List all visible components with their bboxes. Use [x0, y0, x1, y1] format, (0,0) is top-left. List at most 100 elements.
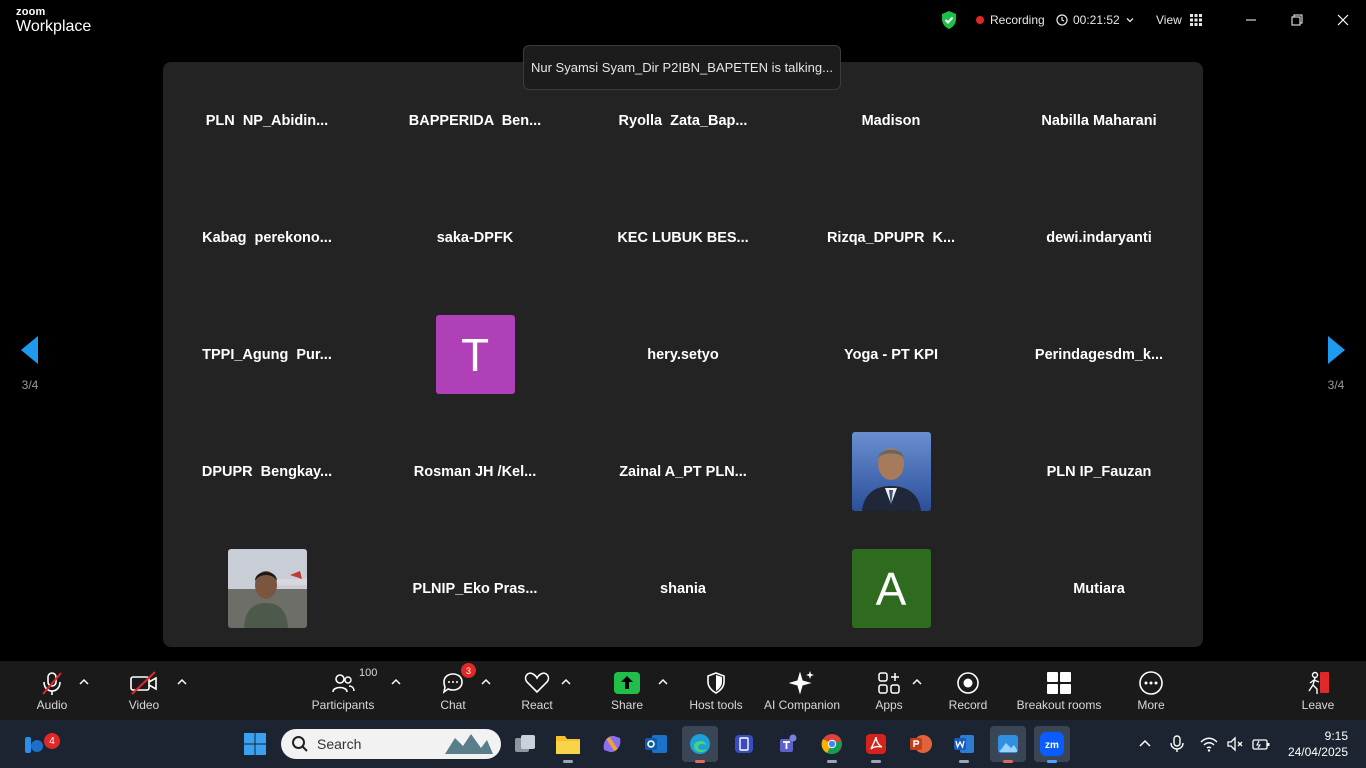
leave-icon: [1305, 669, 1331, 697]
running-indicator: [827, 760, 837, 763]
participant-name: TPPI_Agung Pur...: [202, 346, 332, 363]
sparkle-icon: [789, 669, 815, 697]
participant-tile[interactable]: hery.setyo: [579, 296, 787, 413]
taskbar-search[interactable]: Search: [281, 729, 501, 759]
teams-button[interactable]: [770, 726, 806, 762]
participant-tile[interactable]: shania: [579, 530, 787, 647]
participant-tile[interactable]: Mutiara: [995, 530, 1203, 647]
chevron-up-icon[interactable]: [559, 675, 573, 689]
participant-tile[interactable]: Kabag perekono...: [163, 179, 371, 296]
participant-tile[interactable]: [163, 530, 371, 647]
widgets-button[interactable]: 4: [16, 726, 60, 762]
running-indicator: [959, 760, 969, 763]
participant-tile[interactable]: KEC LUBUK BES...: [579, 179, 787, 296]
start-button[interactable]: [237, 726, 273, 762]
share-button[interactable]: Share: [607, 661, 647, 720]
participant-tile[interactable]: T: [371, 296, 579, 413]
participant-tile[interactable]: A: [787, 530, 995, 647]
audio-button[interactable]: Audio: [30, 661, 74, 720]
taskbar-clock[interactable]: 9:15 24/04/2025: [1288, 728, 1348, 760]
outlook-button[interactable]: [638, 726, 674, 762]
chevron-up-icon[interactable]: [389, 675, 403, 689]
task-view-button[interactable]: [507, 726, 543, 762]
chrome-button[interactable]: [814, 726, 850, 763]
participant-tile[interactable]: Nabilla Maharani: [995, 62, 1203, 179]
chat-icon: 3: [442, 663, 476, 697]
minimize-button[interactable]: [1228, 0, 1274, 40]
view-button[interactable]: View: [1156, 0, 1202, 40]
speaker-muted-icon[interactable]: [1226, 736, 1244, 752]
battery-icon[interactable]: [1252, 737, 1270, 751]
wifi-icon[interactable]: [1200, 736, 1218, 752]
chat-button[interactable]: 3 Chat: [433, 661, 476, 720]
search-icon: [292, 736, 308, 752]
meeting-toolbar: Audio Video 100 Participants 3 Chat Reac…: [0, 661, 1366, 720]
participant-tile[interactable]: dewi.indaryanti: [995, 179, 1203, 296]
grid-icon: [1189, 14, 1202, 26]
muted-microphone-icon: [39, 669, 65, 697]
system-tray: [1138, 720, 1270, 768]
chevron-up-icon[interactable]: [479, 675, 493, 689]
video-button[interactable]: Video: [122, 661, 166, 720]
acrobat-button[interactable]: [858, 726, 894, 763]
brand-small: zoom: [16, 6, 46, 18]
participant-tile[interactable]: [787, 413, 995, 530]
participant-tile[interactable]: Yoga - PT KPI: [787, 296, 995, 413]
microphone-icon[interactable]: [1170, 735, 1184, 753]
participant-name: PLN NP_Abidin...: [205, 112, 329, 129]
active-speaker-banner: Nur Syamsi Syam_Dir P2IBN_BAPETEN is tal…: [523, 45, 841, 90]
recording-indicator[interactable]: Recording: [976, 0, 1045, 40]
participant-name: Yoga - PT KPI: [844, 346, 938, 363]
chat-unread-badge: 3: [461, 663, 476, 678]
video-label: Video: [128, 698, 160, 712]
participants-button[interactable]: 100 Participants: [306, 661, 380, 720]
chevron-up-icon[interactable]: [656, 675, 670, 689]
react-button[interactable]: React: [517, 661, 557, 720]
participant-tile[interactable]: PLN IP_Fauzan: [995, 413, 1203, 530]
powerpoint-button[interactable]: [902, 726, 938, 762]
previous-page-button[interactable]: 3/4: [10, 336, 50, 392]
participant-tile[interactable]: DPUPR Bengkay...: [163, 413, 371, 530]
participant-name: BAPPERIDA Ben...: [408, 112, 542, 129]
word-button[interactable]: [946, 726, 982, 763]
audio-label: Audio: [36, 698, 68, 712]
restore-button[interactable]: [1274, 0, 1320, 40]
ai-companion-button[interactable]: AI Companion: [762, 661, 842, 720]
participant-name: Perindagesdm_k...: [1034, 346, 1164, 363]
encryption-shield-icon[interactable]: [940, 0, 958, 40]
zoom-taskbar-button[interactable]: zm: [1034, 726, 1070, 763]
participant-tile[interactable]: saka-DPFK: [371, 179, 579, 296]
leave-button[interactable]: Leave: [1298, 661, 1338, 720]
windows-taskbar: 4 Search zm 9:15 24/04/2025: [0, 720, 1366, 768]
edge-button[interactable]: [682, 726, 718, 763]
participant-name: Kabag perekono...: [202, 229, 332, 246]
participant-tile[interactable]: Zainal A_PT PLN...: [579, 413, 787, 530]
copilot-button[interactable]: [594, 726, 630, 762]
phone-link-button[interactable]: [726, 726, 762, 762]
more-button[interactable]: More: [1131, 661, 1171, 720]
meeting-timer[interactable]: 00:21:52: [1056, 0, 1135, 40]
photos-button[interactable]: [990, 726, 1026, 763]
breakout-rooms-button[interactable]: Breakout rooms: [1014, 661, 1104, 720]
record-icon: [956, 669, 980, 697]
participant-tile[interactable]: Perindagesdm_k...: [995, 296, 1203, 413]
participant-avatar: T: [435, 315, 515, 394]
participants-icon: 100: [331, 667, 377, 697]
close-button[interactable]: [1320, 0, 1366, 40]
apps-button[interactable]: Apps: [870, 661, 908, 720]
next-page-button[interactable]: 3/4: [1316, 336, 1356, 392]
participant-tile[interactable]: PLNIP_Eko Pras...: [371, 530, 579, 647]
participant-name: Zainal A_PT PLN...: [619, 463, 747, 480]
record-button[interactable]: Record: [948, 661, 988, 720]
chevron-up-icon[interactable]: [175, 675, 189, 689]
chevron-up-icon[interactable]: [910, 675, 924, 689]
participant-tile[interactable]: Rosman JH /Kel...: [371, 413, 579, 530]
participant-tile[interactable]: PLN NP_Abidin...: [163, 62, 371, 179]
file-explorer-button[interactable]: [550, 726, 586, 763]
chevron-up-icon[interactable]: [1138, 737, 1152, 751]
participant-tile[interactable]: TPPI_Agung Pur...: [163, 296, 371, 413]
host-tools-button[interactable]: Host tools: [686, 661, 746, 720]
participant-name: PLN IP_Fauzan: [1046, 463, 1152, 480]
chevron-up-icon[interactable]: [77, 675, 91, 689]
participant-tile[interactable]: Rizqa_DPUPR K...: [787, 179, 995, 296]
